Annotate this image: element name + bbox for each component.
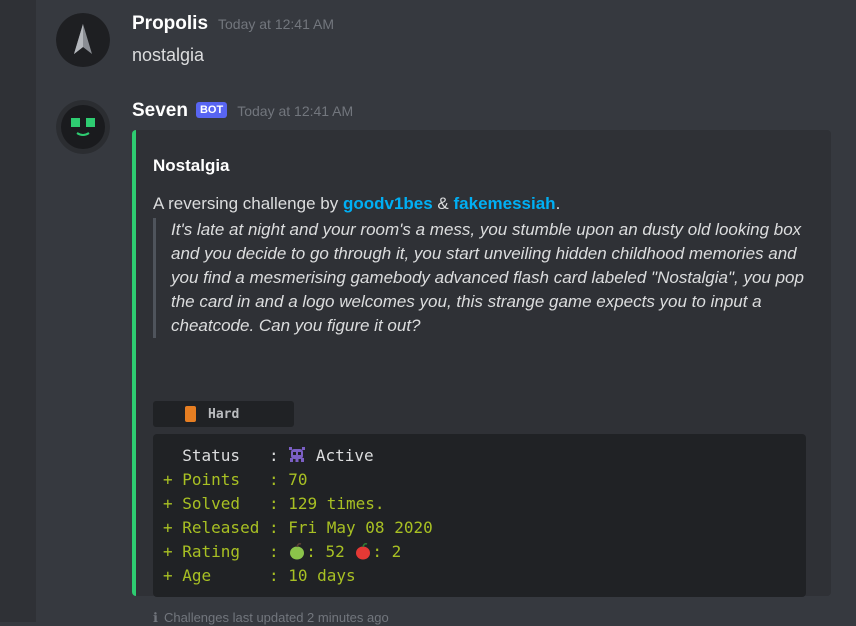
username[interactable]: Propolis bbox=[132, 13, 208, 35]
left-rail bbox=[0, 0, 36, 622]
timestamp: Today at 12:41 AM bbox=[218, 16, 334, 32]
stat-prefix bbox=[163, 446, 182, 465]
stat-row-rating: + Rating : : 52 : 2 bbox=[163, 540, 796, 564]
stat-value: Fri May 08 2020 bbox=[288, 518, 433, 537]
robot-face-icon bbox=[56, 100, 110, 154]
author-link-fakemessiah[interactable]: fakemessiah bbox=[454, 194, 556, 213]
stat-label: Age : bbox=[182, 566, 289, 585]
stat-label: Points : bbox=[182, 470, 289, 489]
difficulty-label: Hard bbox=[208, 406, 240, 422]
stat-value: 70 bbox=[288, 470, 308, 489]
stat-prefix: + bbox=[163, 470, 183, 489]
footer-text: Challenges last updated 2 minutes ago bbox=[163, 610, 389, 625]
stats-codeblock: Status : Active + Points : 70 + Solved :… bbox=[153, 434, 806, 597]
message-header: Propolis Today at 12:41 AM bbox=[132, 13, 334, 35]
description-suffix: . bbox=[555, 194, 561, 213]
message-propolis: Propolis Today at 12:41 AM nostalgia bbox=[56, 13, 856, 73]
stat-label: Rating : bbox=[182, 542, 289, 561]
avatar-seven[interactable] bbox=[56, 100, 110, 154]
challenge-quote: It's late at night and your room's a mes… bbox=[153, 218, 811, 338]
stat-value: Active bbox=[306, 446, 374, 465]
stat-value: : 52 bbox=[306, 542, 355, 561]
stat-prefix: + bbox=[163, 494, 183, 513]
avatar-propolis[interactable] bbox=[56, 13, 110, 67]
orange-book-icon bbox=[185, 406, 196, 422]
stat-row-solved: + Solved : 129 times. bbox=[163, 492, 796, 516]
stat-value: 129 times. bbox=[288, 494, 385, 513]
challenge-embed: Nostalgia A reversing challenge by goodv… bbox=[132, 130, 831, 625]
stat-row-released: + Released : Fri May 08 2020 bbox=[163, 516, 796, 540]
embed-title: Nostalgia bbox=[153, 156, 230, 175]
info-icon: ℹ bbox=[153, 610, 158, 625]
stat-row-points: + Points : 70 bbox=[163, 468, 796, 492]
starfleet-logo-icon bbox=[56, 13, 110, 67]
description-prefix: A reversing challenge by bbox=[153, 194, 343, 213]
stat-value: 10 days bbox=[288, 566, 356, 585]
stat-prefix: + bbox=[163, 566, 183, 585]
author-link-goodv1bes[interactable]: goodv1bes bbox=[343, 194, 433, 213]
description-amp: & bbox=[432, 194, 454, 213]
bot-tag: BOT bbox=[195, 102, 228, 118]
stat-label: Released : bbox=[182, 518, 289, 537]
message-header: Seven BOT Today at 12:41 AM bbox=[132, 100, 353, 122]
stat-value: : 2 bbox=[372, 542, 402, 561]
difficulty-block: Hard bbox=[153, 401, 294, 427]
red-apple-icon bbox=[354, 542, 372, 567]
stat-row-age: + Age : 10 days bbox=[163, 564, 796, 588]
timestamp: Today at 12:41 AM bbox=[237, 103, 354, 119]
username[interactable]: Seven bbox=[132, 100, 188, 122]
stat-row-status: Status : Active bbox=[163, 444, 796, 468]
message-content: nostalgia bbox=[132, 45, 205, 65]
embed-footer: ℹ Challenges last updated 2 minutes ago bbox=[153, 610, 389, 626]
embed-description: A reversing challenge by goodv1bes & fak… bbox=[153, 194, 560, 214]
stat-prefix: + bbox=[163, 542, 183, 561]
stat-label: Solved : bbox=[182, 494, 289, 513]
stat-label: Status : bbox=[182, 446, 289, 465]
stat-prefix: + bbox=[163, 518, 183, 537]
